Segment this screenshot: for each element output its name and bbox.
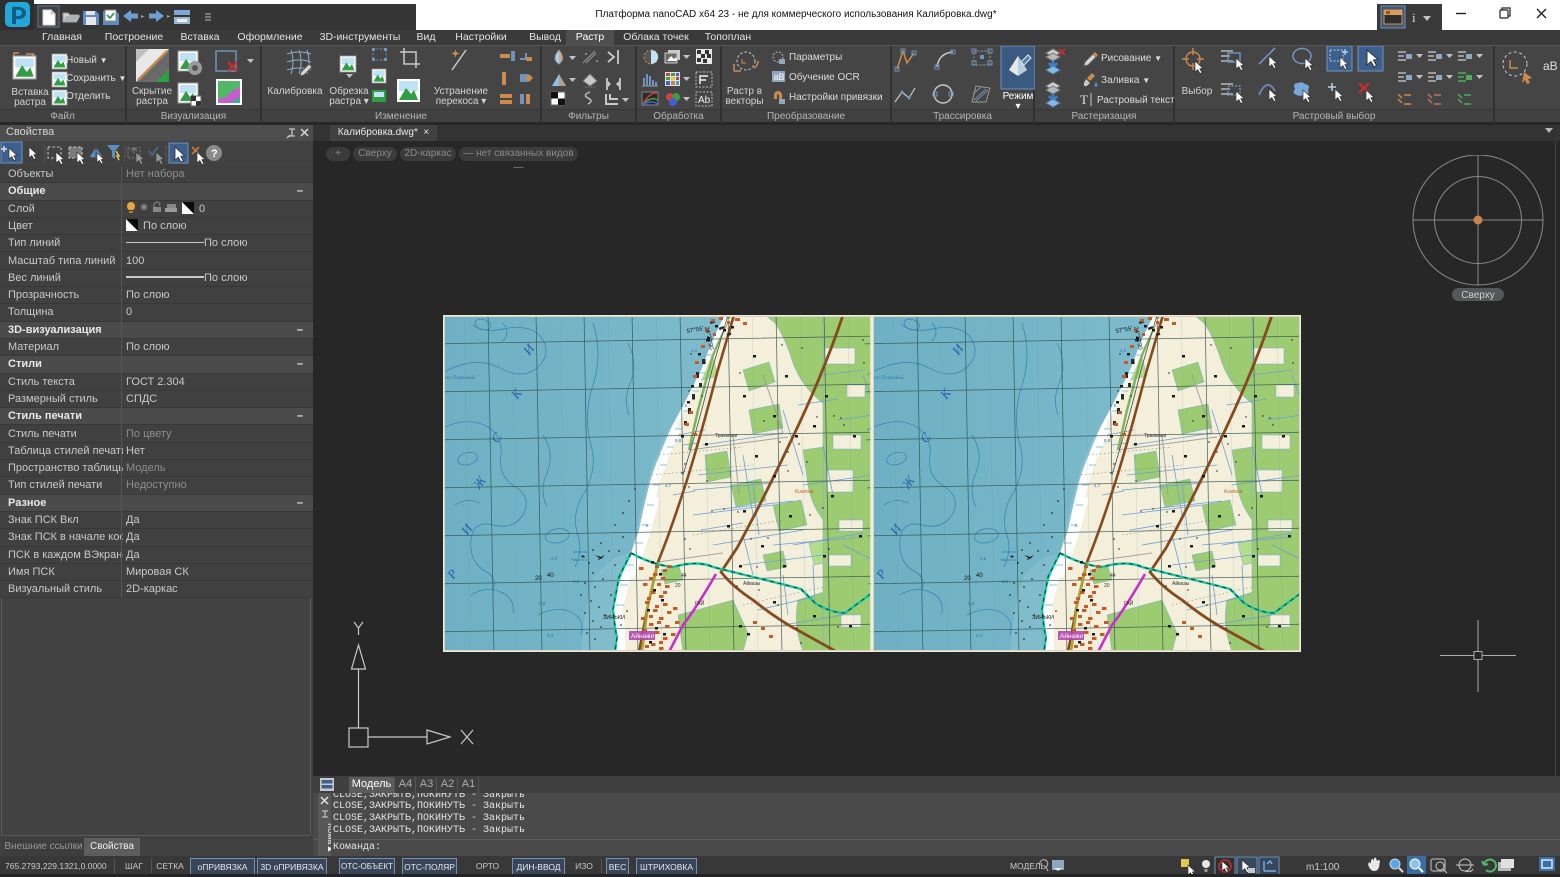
svg-text:aB: aB xyxy=(774,72,785,82)
svg-text:m1:100: m1:100 xyxy=(1306,862,1340,873)
svg-text:Ab: Ab xyxy=(698,95,711,106)
svg-text:аВ: аВ xyxy=(1543,59,1558,73)
svg-text:Кома▲: Кома▲ xyxy=(326,823,331,853)
svg-text:i: i xyxy=(1412,10,1416,25)
svg-text:T: T xyxy=(1080,92,1088,107)
svg-text:?: ? xyxy=(211,148,218,160)
svg-text:Сверху: Сверху xyxy=(1461,290,1494,301)
